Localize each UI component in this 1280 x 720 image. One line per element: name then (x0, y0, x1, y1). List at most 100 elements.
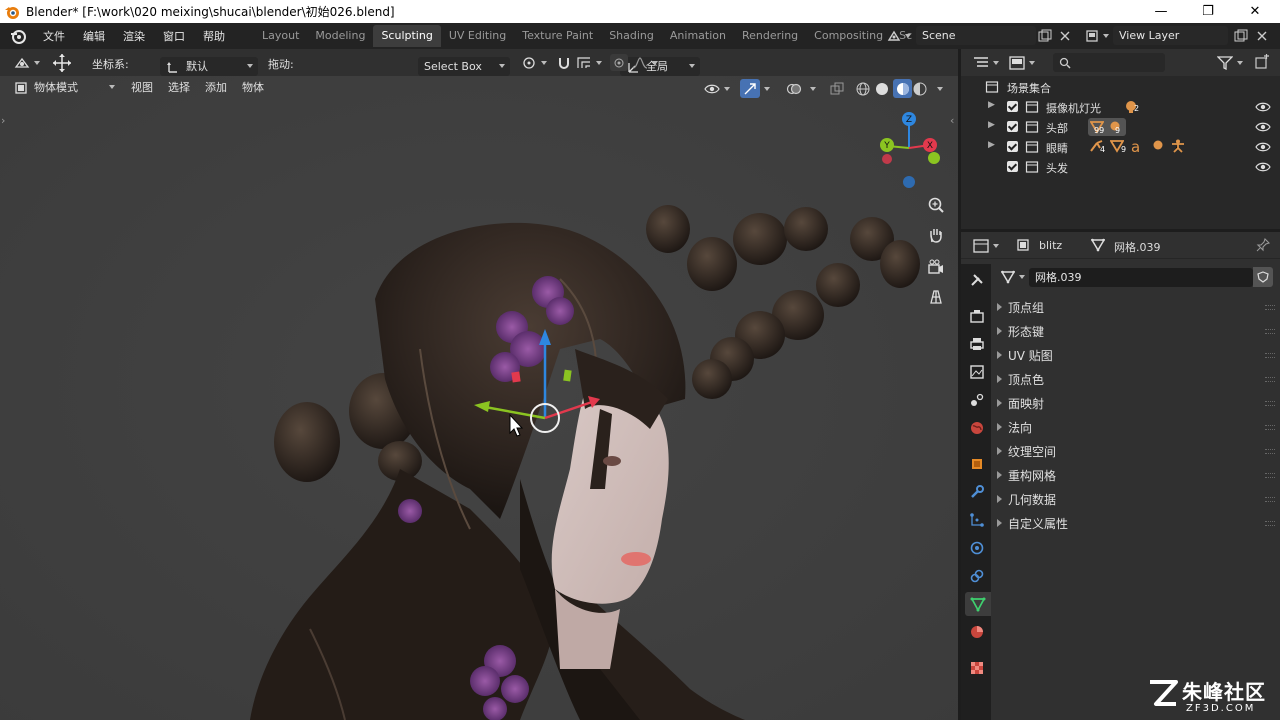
panel-texture-space[interactable]: 纹理空间 (997, 440, 1277, 462)
navigation-gizmo[interactable]: Z X Y (870, 109, 950, 189)
shading-material-preview-button[interactable] (893, 79, 912, 98)
exclude-checkbox[interactable] (1007, 121, 1018, 132)
shading-solid-button[interactable] (875, 79, 893, 98)
outliner-row-hair[interactable]: 头发 (961, 157, 1280, 177)
snap-target-dropdown[interactable] (570, 53, 608, 72)
pivot-point-dropdown[interactable] (515, 53, 553, 72)
shading-wireframe-button[interactable] (856, 79, 874, 98)
panel-shape-keys[interactable]: 形态键 (997, 320, 1277, 342)
eye-visibility-icon[interactable] (1255, 141, 1271, 153)
view-layer-browse-button[interactable] (1085, 26, 1111, 46)
close-button[interactable]: ✕ (1232, 0, 1278, 23)
tab-tool[interactable] (965, 268, 989, 292)
remove-view-layer-icon[interactable] (1254, 28, 1270, 44)
properties-editor-type-button[interactable] (973, 236, 1001, 255)
menu-window[interactable]: 窗口 (154, 28, 194, 44)
tab-material[interactable] (965, 620, 989, 644)
perspective-toggle-button[interactable] (924, 285, 948, 309)
tab-rendering[interactable]: Rendering (734, 25, 806, 47)
drag-select-dropdown[interactable]: Select Box (418, 57, 510, 76)
menu-object[interactable]: 物体 (236, 78, 270, 97)
sidebar-expand-icon[interactable]: ‹ (950, 114, 954, 127)
xray-toggle[interactable] (830, 79, 848, 98)
view-layer-name-field[interactable]: View Layer (1113, 26, 1228, 45)
tab-render[interactable] (965, 304, 989, 328)
shading-options-dropdown[interactable] (933, 79, 949, 98)
zoom-button[interactable] (924, 193, 948, 217)
tab-world[interactable] (965, 416, 989, 440)
minimize-button[interactable]: — (1138, 0, 1184, 23)
selectability-visibility-dropdown[interactable] (704, 79, 734, 98)
new-scene-icon[interactable] (1037, 28, 1053, 44)
tab-output[interactable] (965, 332, 989, 356)
toolbar-expand-icon[interactable]: › (1, 114, 5, 127)
outliner-scene-collection[interactable]: 场景集合 (961, 77, 1280, 97)
menu-file[interactable]: 文件 (34, 28, 74, 44)
new-view-layer-icon[interactable] (1233, 28, 1249, 44)
exclude-checkbox[interactable] (1007, 161, 1018, 172)
overlays-options-dropdown[interactable] (806, 79, 822, 98)
outliner-editor-type-button[interactable] (973, 53, 1001, 72)
gizmo-options-dropdown[interactable] (760, 79, 776, 98)
children-icons-group[interactable]: 99 9 (1088, 118, 1126, 136)
tab-texture-paint[interactable]: Texture Paint (514, 25, 601, 47)
remove-scene-icon[interactable] (1057, 28, 1073, 44)
panel-uv-maps[interactable]: UV 贴图 (997, 344, 1277, 366)
expand-arrow-icon[interactable]: ▶ (988, 100, 995, 110)
tab-constraints[interactable] (965, 564, 989, 588)
tab-scene[interactable] (965, 388, 989, 412)
editor-type-button[interactable] (8, 53, 46, 72)
panel-normals[interactable]: 法向 (997, 416, 1277, 438)
pin-icon[interactable] (1256, 238, 1270, 252)
mesh-name-field[interactable]: 网格.039 (1029, 267, 1253, 287)
panel-custom-properties[interactable]: 自定义属性 (997, 512, 1277, 534)
maximize-button[interactable]: ❐ (1185, 0, 1231, 23)
mesh-browse-button[interactable] (1001, 267, 1029, 287)
panel-geometry-data[interactable]: 几何数据 (997, 488, 1277, 510)
proportional-editing-toggle[interactable] (610, 54, 628, 71)
menu-view[interactable]: 视图 (125, 78, 159, 97)
tab-compositing[interactable]: Compositing (806, 25, 891, 47)
tab-view-layer[interactable] (965, 360, 989, 384)
display-mode-dropdown[interactable] (1009, 53, 1037, 72)
outliner-row-camera-lights[interactable]: ▶ 摄像机灯光 2 (961, 97, 1280, 117)
tab-texture[interactable] (965, 656, 989, 680)
outliner-filter-dropdown[interactable] (1217, 53, 1247, 72)
tab-shading[interactable]: Shading (601, 25, 662, 47)
tab-uv-editing[interactable]: UV Editing (441, 25, 514, 47)
eye-visibility-icon[interactable] (1255, 101, 1271, 113)
exclude-checkbox[interactable] (1007, 101, 1018, 112)
exclude-checkbox[interactable] (1007, 141, 1018, 152)
menu-add[interactable]: 添加 (199, 78, 233, 97)
blender-menu-icon[interactable] (10, 28, 26, 44)
interaction-mode-dropdown[interactable]: 物体模式 (8, 78, 120, 97)
panel-vertex-colors[interactable]: 顶点色 (997, 368, 1277, 390)
outliner-row-head[interactable]: ▶ 头部 99 9 (961, 117, 1280, 137)
tab-physics[interactable] (965, 536, 989, 560)
fake-user-button[interactable] (1253, 267, 1273, 287)
menu-select[interactable]: 选择 (162, 78, 196, 97)
panel-vertex-groups[interactable]: 顶点组 (997, 296, 1277, 318)
panel-face-maps[interactable]: 面映射 (997, 392, 1277, 414)
tab-mesh-data[interactable] (965, 592, 991, 616)
pan-button[interactable] (924, 223, 948, 247)
gizmo-toggle[interactable] (740, 79, 760, 98)
move-tool-button[interactable] (50, 52, 74, 73)
3d-viewport[interactable]: 坐标系: 默认 拖动: Select Box 全局 物体模式 视图 选择 添加 … (0, 49, 958, 720)
menu-render[interactable]: 渲染 (114, 28, 154, 44)
tab-modeling[interactable]: Modeling (307, 25, 373, 47)
coordinate-system-dropdown[interactable]: 默认 (160, 57, 258, 76)
tab-particles[interactable] (965, 508, 989, 532)
tab-sculpting[interactable]: Sculpting (373, 25, 441, 47)
new-collection-button[interactable] (1254, 54, 1272, 72)
tab-object[interactable] (965, 452, 989, 476)
expand-arrow-icon[interactable]: ▶ (988, 120, 995, 130)
eye-visibility-icon[interactable] (1255, 121, 1271, 133)
shading-rendered-button[interactable] (913, 79, 931, 98)
camera-view-button[interactable] (924, 255, 948, 279)
eye-visibility-icon[interactable] (1255, 161, 1271, 173)
scene-browse-button[interactable] (887, 26, 913, 46)
panel-remesh[interactable]: 重构网格 (997, 464, 1277, 486)
menu-help[interactable]: 帮助 (194, 28, 234, 44)
tab-animation[interactable]: Animation (662, 25, 734, 47)
